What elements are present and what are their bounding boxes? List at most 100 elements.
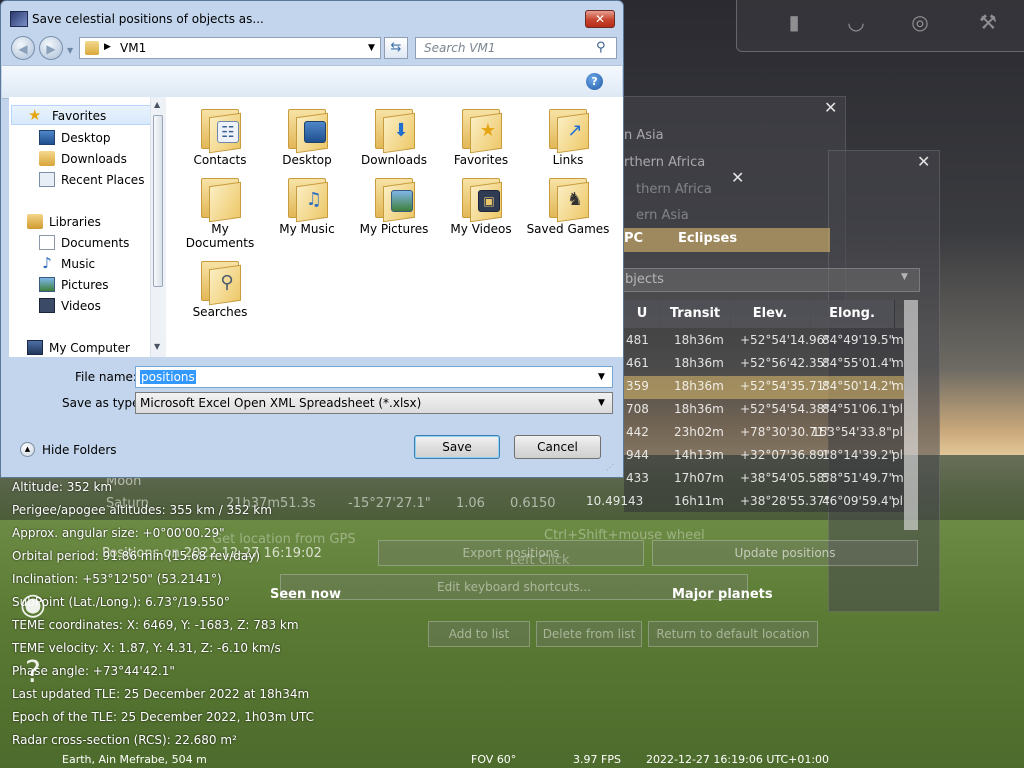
info-altitude: Altitude: 352 km: [12, 480, 113, 494]
help-icon[interactable]: ?: [586, 73, 603, 90]
folder-downloads[interactable]: ⬇ Downloads: [351, 105, 437, 167]
save-as-type-select[interactable]: Microsoft Excel Open XML Spreadsheet (*.…: [135, 392, 613, 414]
address-bar[interactable]: ▶ VM1 ▼: [79, 37, 381, 59]
tab-pc[interactable]: PC: [624, 231, 643, 246]
target-icon[interactable]: ◎: [907, 9, 933, 35]
folder-links[interactable]: ↗ Links: [525, 105, 611, 167]
sidebar-item-favorites[interactable]: ★ Favorites: [11, 105, 151, 125]
table-header-elev[interactable]: Elev.: [730, 300, 811, 328]
trash-icon[interactable]: ▮: [781, 9, 807, 35]
documents-icon: [39, 235, 55, 250]
links-icon: ↗: [567, 120, 583, 141]
refresh-button[interactable]: ⇆: [384, 37, 408, 59]
table-row[interactable]: 481 18h36m +52°54'14.96" 84°49'19.5" m: [624, 330, 904, 353]
astro-close-icon[interactable]: ✕: [917, 152, 930, 171]
saturn-row-col: 0.6150: [510, 496, 556, 511]
update-positions-button[interactable]: Update positions: [652, 540, 918, 566]
downloads-icon: [39, 151, 55, 166]
folder-saved-games[interactable]: ♞ Saved Games: [525, 174, 611, 236]
scrollbar-thumb[interactable]: [153, 115, 163, 287]
object-type-combo[interactable]: bjects ▼: [620, 268, 920, 292]
info-orbital-period: Orbital period: 91.86 min (15.68 rev/day…: [12, 549, 261, 563]
breadcrumb-arrow-icon[interactable]: ▶: [104, 42, 111, 52]
chevron-down-icon[interactable]: ▼: [368, 43, 375, 53]
folder-searches[interactable]: ⚲ Searches: [177, 257, 263, 319]
table-header-transit[interactable]: Transit: [660, 300, 731, 328]
table-row[interactable]: 708 18h36m +52°54'54.38" 84°51'06.1" pl: [624, 399, 904, 422]
folder-my-pictures[interactable]: My Pictures: [351, 174, 437, 236]
table-row[interactable]: 944 14h13m +32°07'36.89" 18°14'39.2" pl: [624, 445, 904, 468]
folder-contacts[interactable]: ☷ Contacts: [177, 105, 263, 167]
status-location: Earth, Ain Mefrabe, 504 m: [62, 753, 207, 766]
forward-button[interactable]: ▶: [39, 36, 63, 60]
close-button[interactable]: ✕: [585, 10, 615, 28]
computer-icon: [27, 340, 43, 355]
save-dialog: Save celestial positions of objects as..…: [0, 0, 624, 478]
videos-icon: ▣: [478, 190, 500, 212]
navigation-pane: ★ Favorites Desktop Downloads Recent Pla…: [9, 97, 166, 357]
chevron-down-icon[interactable]: ▼: [598, 372, 605, 382]
status-datetime: 2022-12-27 16:19:06 UTC+01:00: [646, 753, 830, 766]
folder-my-music[interactable]: ♫ My Music: [264, 174, 350, 236]
folder-desktop[interactable]: Desktop: [264, 105, 350, 167]
return-default-location-button[interactable]: Return to default location: [648, 621, 818, 647]
search-icon[interactable]: ⚲: [596, 40, 606, 55]
dialog-title: Save celestial positions of objects as..…: [32, 12, 264, 26]
back-button[interactable]: ◀: [11, 36, 35, 60]
info-radar: Radar cross-section (RCS): 22.680 m²: [12, 733, 237, 747]
add-to-list-button[interactable]: Add to list: [428, 621, 530, 647]
saturn-row-mag: 1.06: [456, 496, 485, 511]
wrench-icon[interactable]: ⚒: [975, 9, 1001, 35]
searches-icon: ⚲: [220, 272, 234, 293]
shortcut-label: Ctrl+Shift+mouse wheel: [544, 528, 705, 543]
file-name-input[interactable]: positions ▼: [135, 366, 613, 388]
dialog-titlebar[interactable]: Save celestial positions of objects as..…: [1, 1, 623, 35]
table-row-selected[interactable]: 359 18h36m +52°54'35.71" 84°50'14.2" m: [624, 376, 904, 399]
history-dropdown-icon[interactable]: ▼: [67, 46, 73, 55]
resize-grip-icon[interactable]: ⋰: [606, 463, 614, 472]
favorites-icon: ★: [479, 120, 497, 141]
save-as-type-value: Microsoft Excel Open XML Spreadsheet (*.…: [140, 396, 422, 410]
inner-close-icon[interactable]: ✕: [731, 168, 744, 187]
games-icon: ♞: [566, 189, 584, 210]
satellite-icon[interactable]: ◉: [12, 584, 54, 626]
folder-favorites[interactable]: ★ Favorites: [438, 105, 524, 167]
cup-icon[interactable]: ◡: [843, 9, 869, 35]
table-scrollbar[interactable]: [904, 300, 918, 530]
table-row[interactable]: 433 17h07m +38°54'05.58" 58°51'49.7" m: [624, 468, 904, 491]
cancel-button[interactable]: Cancel: [514, 435, 601, 459]
dialog-bottom-panel: File name: positions ▼ Save as type: Mic…: [2, 357, 622, 475]
help-question-icon[interactable]: ?: [12, 652, 54, 694]
chevron-down-icon[interactable]: ▼: [598, 398, 605, 408]
pictures-icon: [39, 277, 55, 292]
folder-my-videos[interactable]: ▣ My Videos: [438, 174, 524, 236]
folder-icon: [85, 41, 99, 55]
videos-icon: [39, 298, 55, 313]
recent-places-icon: [39, 172, 55, 187]
status-fov: FOV 60°: [471, 753, 517, 766]
scroll-up-icon[interactable]: ▲: [154, 100, 160, 109]
table-row[interactable]: 10.49143 16h11m +38°28'55.37" 46°09'59.4" pl: [580, 491, 904, 514]
location-close-icon[interactable]: ✕: [824, 98, 837, 117]
major-planets-label: Major planets: [672, 587, 773, 602]
table-row[interactable]: 442 23h02m +78°30'30.71" 153°54'33.8" pl: [624, 422, 904, 445]
seen-now-label: Seen now: [270, 587, 341, 602]
scroll-down-icon[interactable]: ▼: [154, 342, 160, 351]
saturn-row-dec: -15°27'27.1": [348, 496, 431, 511]
folder-my-documents[interactable]: My Documents: [177, 174, 263, 250]
delete-from-list-button[interactable]: Delete from list: [536, 621, 642, 647]
file-list: ☷ Contacts Desktop ⬇ Downloads ★ Favorit…: [166, 97, 623, 357]
tab-eclipses[interactable]: Eclipses: [678, 231, 737, 246]
combo-value: bjects: [625, 272, 664, 287]
search-input[interactable]: Search VM1 ⚲: [415, 37, 617, 59]
region-label: thern Africa: [636, 182, 712, 197]
desktop-icon: [304, 121, 326, 143]
address-text: VM1: [120, 41, 147, 55]
navigation-pane-scrollbar[interactable]: ▲ ▼: [150, 97, 166, 357]
save-button[interactable]: Save: [414, 435, 500, 459]
table-header-elong[interactable]: Elong.: [810, 300, 895, 328]
table-row[interactable]: 461 18h36m +52°56'42.35" 84°55'01.4" m: [624, 353, 904, 376]
save-as-type-label: Save as type:: [62, 396, 144, 410]
downloads-icon: ⬇: [393, 120, 409, 141]
table-header[interactable]: U: [624, 300, 661, 328]
